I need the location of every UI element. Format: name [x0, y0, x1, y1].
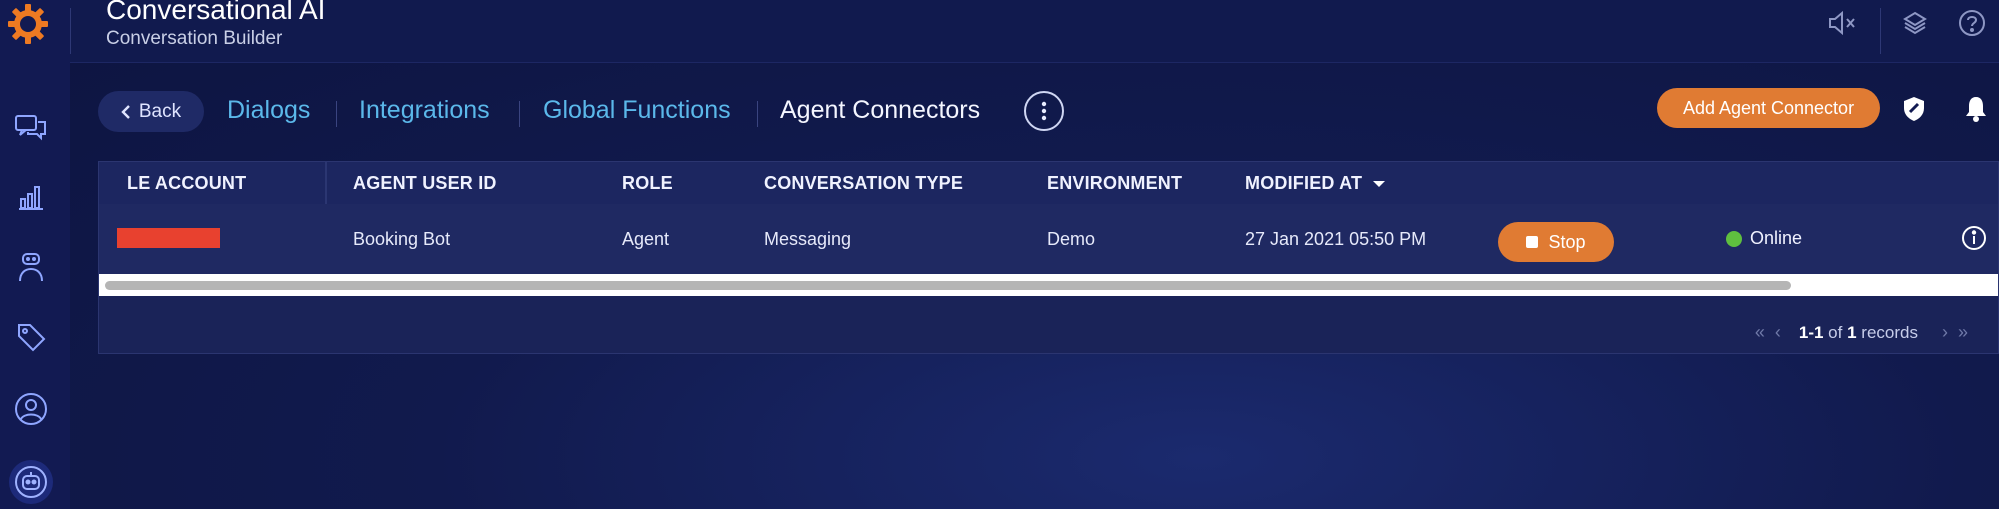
info-icon[interactable] [1961, 225, 1987, 251]
sidebar [0, 0, 70, 509]
pagination-range: 1-1 [1798, 322, 1824, 342]
column-header-modified-at-label: MODIFIED AT [1245, 173, 1363, 193]
stop-button[interactable]: Stop [1498, 222, 1614, 262]
scrollbar-thumb[interactable] [105, 281, 1791, 290]
back-label: Back [138, 100, 182, 122]
agent-connectors-table: LE ACCOUNT AGENT USER ID ROLE CONVERSATI… [98, 161, 1999, 354]
chevron-left-icon [121, 104, 130, 119]
pagination: « ‹ 1-1 of 1 records › » [1755, 322, 1968, 343]
shield-icon[interactable] [1898, 93, 1930, 125]
divider [70, 8, 71, 54]
table-row[interactable]: Booking Bot Agent Messaging Demo 27 Jan … [99, 204, 1998, 274]
brand-logo-icon[interactable] [6, 2, 50, 46]
horizontal-scrollbar[interactable] [99, 274, 1998, 296]
sort-desc-icon [1373, 180, 1386, 187]
agent-icon[interactable] [12, 248, 50, 286]
column-header-conversation-type[interactable]: CONVERSATION TYPE [764, 173, 963, 194]
column-header-modified-at[interactable]: MODIFIED AT [1245, 173, 1386, 194]
bell-icon[interactable] [1960, 93, 1992, 125]
cell-conversation-type: Messaging [764, 229, 852, 249]
column-header-le-account[interactable]: LE ACCOUNT [127, 173, 246, 194]
cell-role: Agent [622, 229, 670, 249]
bot-icon[interactable] [9, 460, 53, 504]
column-header-environment[interactable]: ENVIRONMENT [1047, 173, 1182, 194]
help-icon[interactable] [1957, 8, 1987, 38]
mute-icon[interactable] [1827, 8, 1857, 38]
column-header-agent-user-id[interactable]: AGENT USER ID [353, 173, 497, 194]
app-subtitle: Conversation Builder [106, 28, 283, 49]
cell-agent-user-id: Booking Bot [353, 229, 451, 249]
column-header-role[interactable]: ROLE [622, 173, 673, 194]
divider [336, 101, 337, 127]
top-bar: Conversational AI Conversation Builder [70, 0, 1999, 63]
pagination-summary: 1-1 of 1 records [1799, 323, 1918, 343]
status-badge: Online [1726, 228, 1802, 249]
stop-label: Stop [1548, 231, 1586, 252]
layers-icon[interactable] [1900, 8, 1930, 38]
divider [519, 101, 520, 127]
tab-agent-connectors[interactable]: Agent Connectors [780, 96, 980, 125]
pagination-suffix: records [1861, 322, 1918, 342]
back-button[interactable]: Back [98, 91, 204, 132]
cell-environment: Demo [1047, 229, 1096, 249]
table-header: LE ACCOUNT AGENT USER ID ROLE CONVERSATI… [99, 162, 1998, 205]
divider [1880, 8, 1881, 54]
more-options-button[interactable] [1024, 91, 1064, 131]
tag-icon[interactable] [12, 318, 50, 356]
tab-global-functions[interactable]: Global Functions [543, 96, 731, 125]
chat-icon[interactable] [12, 109, 50, 147]
tab-integrations[interactable]: Integrations [359, 96, 490, 125]
next-page-icon[interactable]: › [1942, 322, 1948, 343]
add-agent-connector-button[interactable]: Add Agent Connector [1657, 88, 1880, 128]
pagination-total: 1 [1847, 322, 1857, 342]
divider [757, 101, 758, 127]
first-page-icon[interactable]: « [1755, 322, 1765, 343]
app-title: Conversational AI [106, 0, 326, 25]
cell-modified-at: 27 Jan 2021 05:50 PM [1245, 229, 1427, 249]
prev-page-icon[interactable]: ‹ [1775, 322, 1781, 343]
more-vertical-icon [1041, 101, 1047, 121]
last-page-icon[interactable]: » [1958, 322, 1968, 343]
stop-icon [1526, 236, 1539, 248]
status-label: Online [1750, 228, 1803, 248]
tab-dialogs[interactable]: Dialogs [227, 96, 310, 125]
online-status-dot-icon [1726, 230, 1742, 247]
analytics-icon[interactable] [12, 178, 50, 216]
pagination-of: of [1828, 322, 1843, 342]
redacted-le-account [117, 228, 220, 248]
user-icon[interactable] [12, 390, 50, 428]
